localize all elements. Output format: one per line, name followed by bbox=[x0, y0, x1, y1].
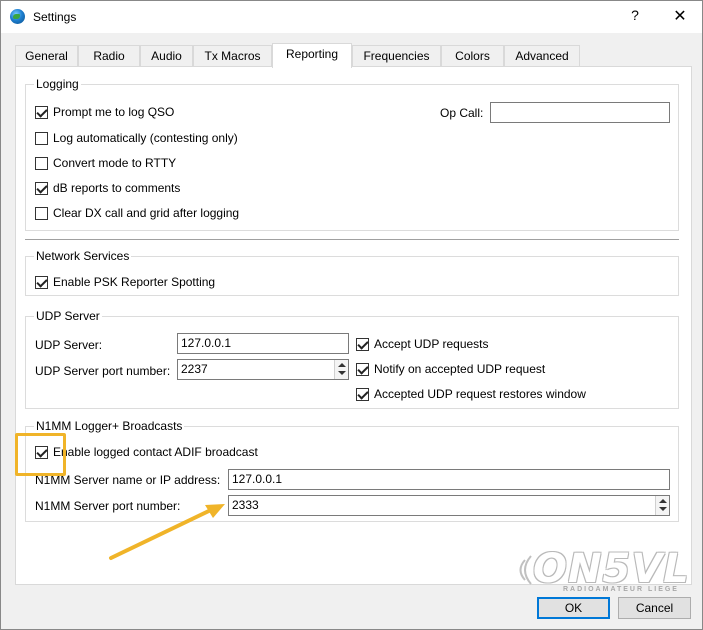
udp-server-field[interactable]: 127.0.0.1 bbox=[177, 333, 349, 354]
n1mm-port-value: 2333 bbox=[232, 498, 259, 512]
udp-group-title: UDP Server bbox=[34, 309, 102, 323]
highlight-box bbox=[15, 433, 66, 476]
tab-radio[interactable]: Radio bbox=[78, 45, 140, 67]
udp-port-label: UDP Server port number: bbox=[35, 364, 171, 378]
n1mm-port-spinbox[interactable]: 2333 bbox=[228, 495, 670, 516]
checkbox-box[interactable] bbox=[35, 157, 48, 170]
tab-audio[interactable]: Audio bbox=[140, 45, 193, 67]
checkbox-label: dB reports to comments bbox=[53, 181, 181, 195]
checkbox-label: Prompt me to log QSO bbox=[53, 105, 175, 119]
window-title: Settings bbox=[33, 10, 77, 24]
tab-advanced[interactable]: Advanced bbox=[504, 45, 580, 67]
globe-icon bbox=[10, 9, 25, 24]
help-button[interactable]: ? bbox=[623, 7, 647, 27]
tab-tx-macros[interactable]: Tx Macros bbox=[193, 45, 272, 67]
cancel-button[interactable]: Cancel bbox=[618, 597, 691, 619]
op-call-label: Op Call: bbox=[440, 106, 484, 120]
tab-general[interactable]: General bbox=[15, 45, 78, 67]
checkbox-label: Accepted UDP request restores window bbox=[374, 387, 586, 401]
checkbox-label: Enable logged contact ADIF broadcast bbox=[53, 445, 258, 459]
spin-arrows-icon[interactable] bbox=[655, 496, 669, 515]
n1mm-server-field[interactable]: 127.0.0.1 bbox=[228, 469, 670, 490]
close-button[interactable]: ✕ bbox=[666, 6, 694, 28]
ok-button[interactable]: OK bbox=[537, 597, 610, 619]
checkbox-box[interactable] bbox=[35, 182, 48, 195]
checkbox-box[interactable] bbox=[356, 338, 369, 351]
checkbox-box[interactable] bbox=[35, 132, 48, 145]
udp-server-group: UDP Server UDP Server: 127.0.0.1 UDP Ser… bbox=[25, 309, 679, 409]
logging-group-title: Logging bbox=[34, 77, 81, 91]
checkbox-box[interactable] bbox=[356, 388, 369, 401]
settings-window: Settings ? ✕ General Radio Audio Tx Macr… bbox=[0, 0, 703, 630]
checkbox-label: Log automatically (contesting only) bbox=[53, 131, 238, 145]
title-bar: Settings ? ✕ bbox=[1, 1, 702, 33]
checkbox-label: Clear DX call and grid after logging bbox=[53, 206, 240, 220]
checkbox-box[interactable] bbox=[356, 363, 369, 376]
checkbox-box[interactable] bbox=[35, 106, 48, 119]
op-call-field[interactable] bbox=[490, 102, 670, 123]
udp-server-label: UDP Server: bbox=[35, 338, 103, 352]
watermark-logo: ON5VL RADIOAMATEUR LIEGE bbox=[513, 546, 693, 598]
tab-reporting[interactable]: Reporting bbox=[272, 43, 352, 68]
separator bbox=[25, 239, 679, 240]
spin-arrows-icon[interactable] bbox=[334, 360, 348, 379]
checkbox-label: Accept UDP requests bbox=[374, 337, 489, 351]
tab-colors[interactable]: Colors bbox=[441, 45, 504, 67]
checkbox-label: Enable PSK Reporter Spotting bbox=[53, 275, 216, 289]
logging-group: Logging Prompt me to log QSO Log automat… bbox=[25, 77, 679, 231]
watermark-subtitle: RADIOAMATEUR LIEGE bbox=[563, 586, 679, 593]
network-group-title: Network Services bbox=[34, 249, 132, 263]
n1mm-group-title: N1MM Logger+ Broadcasts bbox=[34, 419, 185, 433]
checkbox-label: Notify on accepted UDP request bbox=[374, 362, 546, 376]
checkbox-box[interactable] bbox=[35, 276, 48, 289]
checkbox-box[interactable] bbox=[35, 207, 48, 220]
network-services-group: Network Services Enable PSK Reporter Spo… bbox=[25, 249, 679, 296]
udp-port-value: 2237 bbox=[181, 362, 208, 376]
annotation-arrow-icon bbox=[109, 504, 225, 560]
tab-frequencies[interactable]: Frequencies bbox=[352, 45, 441, 67]
udp-port-spinbox[interactable]: 2237 bbox=[177, 359, 349, 380]
checkbox-label: Convert mode to RTTY bbox=[53, 156, 177, 170]
